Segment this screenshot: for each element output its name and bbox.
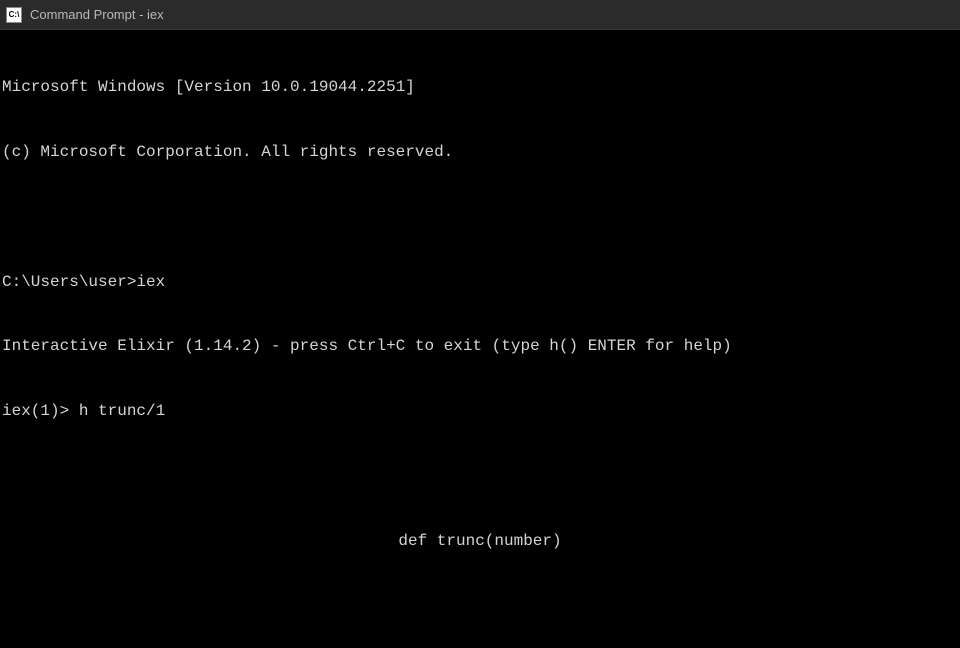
doc-header: def trunc(number) [2,531,958,553]
prompt-line: iex(1)> h trunc/1 [2,401,958,423]
cmd-icon: C:\ [6,7,22,23]
terminal-output[interactable]: Microsoft Windows [Version 10.0.19044.22… [0,30,960,648]
window-title: Command Prompt - iex [30,7,164,22]
output-line: Microsoft Windows [Version 10.0.19044.22… [2,77,958,99]
window-titlebar[interactable]: C:\ Command Prompt - iex [0,0,960,30]
output-line: (c) Microsoft Corporation. All rights re… [2,142,958,164]
blank-line [2,595,958,617]
terminal-window: C:\ Command Prompt - iex Microsoft Windo… [0,0,960,648]
blank-line [2,466,958,488]
prompt-line: C:\Users\user>iex [2,272,958,294]
blank-line [2,207,958,229]
output-line: Interactive Elixir (1.14.2) - press Ctrl… [2,336,958,358]
